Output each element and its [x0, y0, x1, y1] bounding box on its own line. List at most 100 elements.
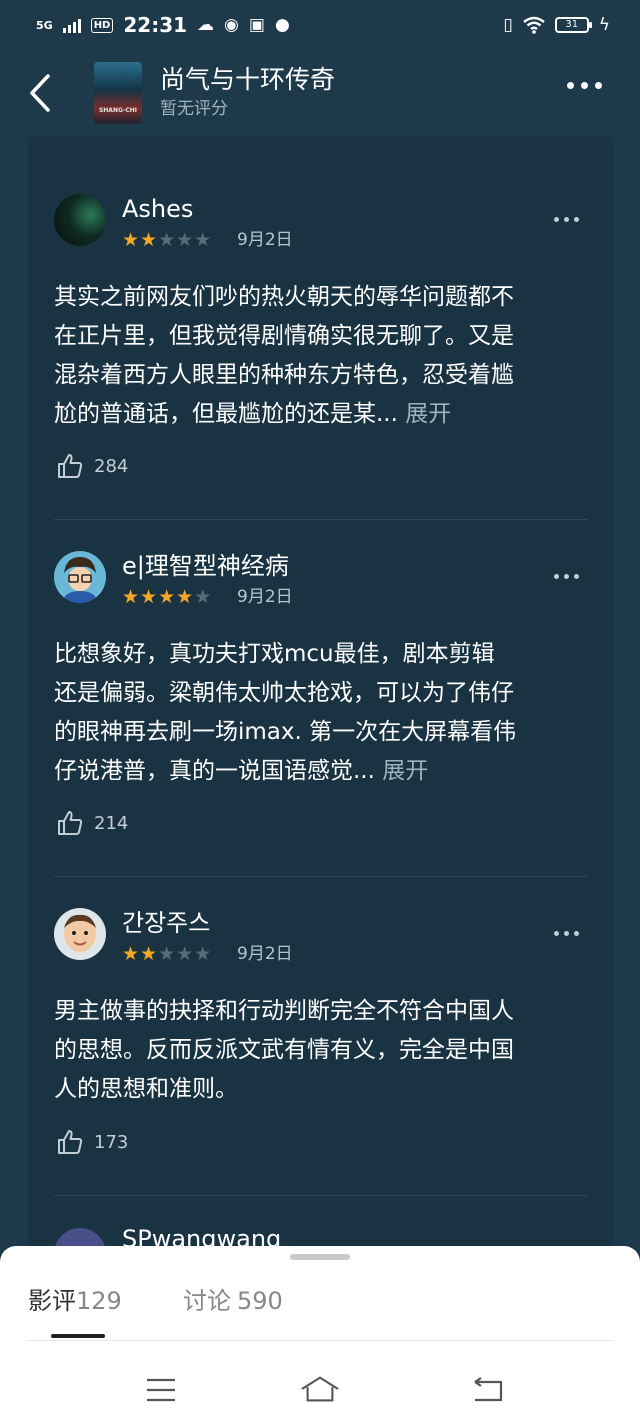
hd-badge: HD — [90, 17, 114, 33]
title-block: 尚气与十环传奇 暂无评分 — [160, 65, 335, 121]
divider — [54, 519, 588, 520]
page-title: 尚气与十环传奇 — [160, 65, 336, 94]
avatar[interactable] — [54, 194, 106, 246]
dot-icon — [595, 82, 602, 89]
battery-icon: 31 — [554, 17, 592, 33]
like-button[interactable]: 214 — [56, 809, 128, 837]
star-empty-icon: ★ — [158, 229, 176, 251]
tab-discussions[interactable]: 讨论 590 — [183, 1286, 283, 1316]
review-text[interactable]: 男主做事的抉择和行动判断完全不符合中国人 的思想。反而反派文武有情有义，完全是中国… — [54, 992, 590, 1109]
star-filled-icon: ★ — [122, 586, 140, 608]
star-empty-icon: ★ — [194, 943, 212, 965]
avatar-photo-icon — [64, 914, 96, 952]
system-nav-bar — [0, 1350, 640, 1427]
star-empty-icon: ★ — [158, 943, 176, 965]
back-nav-button[interactable] — [468, 1370, 508, 1410]
wifi-icon — [523, 16, 545, 34]
thumbs-up-icon — [58, 1130, 83, 1154]
rating-status: 暂无评分 — [160, 99, 228, 119]
tab-discussions-label: 讨论 — [183, 1287, 231, 1315]
expand-link[interactable]: 展开 — [375, 758, 428, 784]
review-username[interactable]: e|理智型神经病 — [122, 551, 289, 581]
star-rating: ★ ★ ★ ★ ★ — [122, 944, 211, 964]
clock: 22:31 — [123, 13, 188, 37]
app-icon: ▣ — [248, 14, 265, 35]
weibo-icon: ◉ — [224, 14, 239, 35]
dot-icon — [567, 82, 574, 89]
more-options-button[interactable] — [567, 82, 602, 89]
star-rating: ★ ★ ★ ★ ★ — [122, 230, 211, 250]
star-filled-icon: ★ — [140, 229, 158, 251]
review-text[interactable]: 比想象好，真功夫打戏mcu最佳，剧本剪辑 还是偏弱。梁朝伟太帅太抢戏，可以为了伟仔… — [54, 635, 590, 791]
home-icon — [301, 1376, 339, 1402]
movie-poster[interactable]: SHANG-CHI — [94, 62, 142, 124]
active-tab-indicator — [51, 1334, 105, 1338]
charging-icon: ϟ — [598, 14, 610, 35]
top-app-bar: SHANG-CHI 尚气与十环传奇 暂无评分 — [0, 52, 640, 134]
review-date: 9月2日 — [237, 587, 293, 607]
review-username[interactable]: Ashes — [122, 194, 193, 224]
star-filled-icon: ★ — [122, 229, 140, 251]
review-date: 9月2日 — [237, 944, 293, 964]
review-text-line: 比想象好，真功夫打戏mcu最佳，剧本剪辑 — [54, 641, 495, 667]
status-bar: 5G HD 22:31 ☁ ◉ ▣ ● ▯ 31 ϟ — [0, 0, 640, 50]
star-filled-icon: ★ — [140, 586, 158, 608]
vibrate-icon: ▯ — [503, 14, 513, 35]
tab-reviews-label: 影评 — [28, 1287, 76, 1315]
divider — [54, 1195, 588, 1196]
review-text-line: 人的思想和准则。 — [54, 1076, 238, 1102]
review-text-line: 的眼神再去刷一场imax. 第一次在大屏幕看伟 — [54, 719, 517, 745]
review-text-line: 仔说港普，真的一说国语感觉... 展开 — [54, 758, 429, 784]
like-count: 173 — [94, 1131, 129, 1153]
star-rating: ★ ★ ★ ★ ★ — [122, 587, 211, 607]
chevron-left-icon — [30, 74, 50, 112]
chat-icon: ● — [274, 14, 290, 35]
star-empty-icon: ★ — [176, 943, 194, 965]
like-count: 284 — [94, 455, 129, 477]
tab-reviews-count: 129 — [76, 1287, 122, 1315]
star-filled-icon: ★ — [140, 943, 158, 965]
review-text-line: 混杂着西方人眼里的种种东方特色，忍受着尴 — [54, 362, 514, 388]
star-filled-icon: ★ — [158, 586, 176, 608]
like-count: 214 — [94, 812, 129, 834]
poster-logo-text: SHANG-CHI — [98, 107, 138, 114]
review-text[interactable]: 其实之前网友们吵的热火朝天的辱华问题都不 在正片里，但我觉得剧情确实很无聊了。又是… — [54, 278, 590, 434]
like-button[interactable]: 173 — [56, 1128, 128, 1156]
menu-button[interactable] — [141, 1370, 181, 1410]
review-text-line: 其实之前网友们吵的热火朝天的辱华问题都不 — [54, 284, 514, 310]
review-text-line: 在正片里，但我觉得剧情确实很无聊了。又是 — [54, 323, 514, 349]
home-button[interactable] — [300, 1370, 340, 1410]
back-arrow-icon — [474, 1377, 503, 1402]
dot-icon — [581, 82, 588, 89]
tab-discussions-count: 590 — [237, 1287, 283, 1315]
signal-icon — [62, 17, 81, 33]
star-empty-icon: ★ — [194, 586, 212, 608]
expand-link[interactable]: 展开 — [398, 401, 451, 427]
divider — [26, 1340, 614, 1341]
avatar[interactable] — [54, 551, 106, 603]
bottom-sheet: 影评129 讨论 590 — [0, 1246, 640, 1350]
status-right: ▯ 31 ϟ — [503, 16, 610, 34]
tab-reviews[interactable]: 影评129 — [28, 1286, 122, 1316]
review-text-line: 尬的普通话，但最尴尬的还是某... 展开 — [54, 401, 452, 427]
review-more-button[interactable] — [554, 574, 579, 579]
thumbs-up-icon — [58, 454, 83, 478]
drag-handle[interactable] — [290, 1254, 350, 1260]
star-filled-icon: ★ — [122, 943, 140, 965]
status-left: 5G HD 22:31 ☁ ◉ ▣ ● — [36, 13, 290, 37]
menu-icon — [147, 1378, 175, 1402]
back-button[interactable] — [20, 73, 60, 113]
review-text-line: 的思想。反而反派文武有情有义，完全是中国 — [54, 1037, 514, 1063]
network-label: 5G — [36, 18, 53, 32]
like-button[interactable]: 284 — [56, 452, 128, 480]
review-username[interactable]: 간장주스 — [122, 908, 210, 938]
star-empty-icon: ★ — [194, 229, 212, 251]
review-date: 9月2日 — [237, 230, 293, 250]
review-more-button[interactable] — [554, 931, 579, 936]
star-empty-icon: ★ — [176, 229, 194, 251]
thumbs-up-icon — [58, 811, 83, 835]
star-filled-icon: ★ — [176, 586, 194, 608]
review-more-button[interactable] — [554, 217, 579, 222]
review-text-line: 男主做事的抉择和行动判断完全不符合中国人 — [54, 998, 514, 1024]
avatar[interactable] — [54, 908, 106, 960]
